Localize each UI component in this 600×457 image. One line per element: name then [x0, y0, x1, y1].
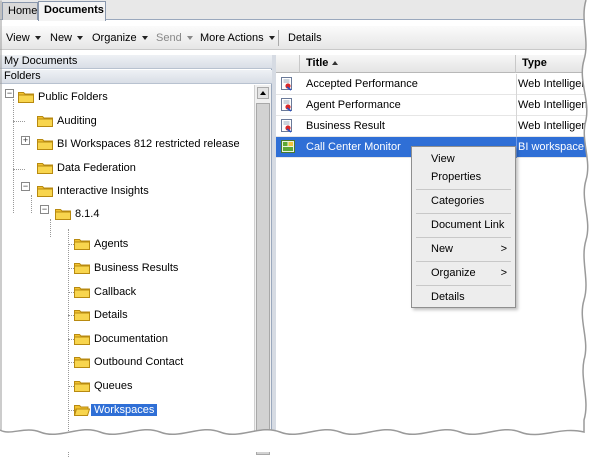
webi-report-icon — [281, 77, 294, 94]
column-header-title[interactable]: Title — [300, 55, 516, 73]
column-divider — [516, 137, 517, 158]
folder-icon — [74, 285, 90, 301]
tree-connector — [13, 121, 25, 122]
menu-separator — [416, 261, 511, 262]
folder-icon — [37, 184, 53, 200]
folder-icon — [74, 308, 90, 324]
submenu-arrow-icon: > — [500, 267, 507, 279]
menu-item-document-link[interactable]: Document Link — [412, 215, 515, 235]
menu-separator — [416, 213, 511, 214]
document-type: Web Intelligence — [518, 99, 600, 111]
new-menu-button[interactable]: New — [50, 32, 84, 44]
tree-node-label: Details — [94, 309, 128, 321]
menu-item-view[interactable]: View — [412, 149, 515, 169]
menu-item-properties[interactable]: Properties — [412, 167, 515, 187]
document-title: Agent Performance — [306, 99, 401, 111]
tree-connector — [13, 99, 14, 213]
folders-header[interactable]: Folders — [0, 70, 272, 84]
webi-report-icon — [281, 119, 294, 136]
menu-separator — [416, 285, 511, 286]
tree-connector — [13, 169, 25, 170]
document-title: Business Result — [306, 120, 385, 132]
document-type: BI workspace — [518, 141, 585, 153]
tree-node-label: Queues — [94, 380, 133, 392]
column-header-icon — [276, 55, 300, 73]
bi-workspace-icon — [281, 140, 295, 156]
chevron-down-icon — [268, 36, 275, 40]
folder-icon — [55, 207, 71, 223]
folder-icon — [74, 332, 90, 348]
chevron-down-icon — [77, 36, 84, 40]
tree-node-label: Outbound Contact — [94, 356, 184, 368]
context-menu: View Properties Categories Document Link… — [411, 146, 516, 308]
tree-connector — [50, 219, 51, 237]
toolbar-divider — [278, 30, 279, 46]
collapse-toggle[interactable]: − — [21, 182, 30, 191]
open-folder-icon — [73, 403, 91, 419]
tree-node-label: Agents — [94, 238, 129, 250]
document-title: Call Center Monitor — [306, 141, 401, 153]
tree-node-label: Business Results — [94, 262, 179, 274]
toolbar: View New Organize Send More Actions Deta… — [0, 26, 600, 50]
my-documents-header[interactable]: My Documents — [0, 55, 272, 69]
folders-pane: My Documents Folders − + − − Public Fold… — [0, 55, 272, 457]
folder-icon — [74, 261, 90, 277]
column-divider — [516, 116, 517, 137]
menu-item-organize[interactable]: Organize > — [412, 263, 515, 283]
chevron-down-icon — [186, 36, 193, 40]
document-type: Web Intelligence — [518, 78, 600, 90]
column-divider — [516, 95, 517, 116]
table-row[interactable]: Agent Performance Web Intelligence — [276, 95, 600, 116]
tab-bar: Home Documents — [0, 0, 600, 21]
folder-tree: − + − − Public Folders Auditing BI Works… — [0, 85, 254, 457]
folder-icon — [37, 114, 53, 130]
expand-toggle[interactable]: + — [21, 136, 30, 145]
more-actions-menu-button[interactable]: More Actions — [200, 32, 275, 44]
menu-separator — [416, 237, 511, 238]
folder-icon — [74, 379, 90, 395]
chevron-down-icon — [141, 36, 148, 40]
tree-node-label: BI Workspaces 812 restricted release — [57, 138, 240, 150]
scrollbar-thumb[interactable] — [256, 103, 270, 455]
folder-icon — [74, 237, 90, 253]
folder-icon — [18, 90, 34, 106]
menu-item-new[interactable]: New > — [412, 239, 515, 259]
tab-home[interactable]: Home — [2, 2, 38, 20]
tree-connector — [68, 229, 69, 457]
tree-connector — [31, 195, 32, 213]
tree-node-label: Data Federation — [57, 162, 136, 174]
tree-node-label: Documentation — [94, 333, 168, 345]
folder-icon — [37, 137, 53, 153]
chevron-down-icon — [34, 36, 41, 40]
tree-node-label: Callback — [94, 286, 137, 298]
tree-node-label: Public Folders — [38, 91, 108, 103]
webi-report-icon — [281, 98, 294, 115]
column-divider — [516, 74, 517, 95]
tree-scrollbar[interactable] — [254, 85, 271, 455]
send-menu-button[interactable]: Send — [156, 32, 193, 44]
menu-separator — [416, 189, 511, 190]
document-type: Web Intelligence — [518, 120, 600, 132]
sort-ascending-icon — [332, 61, 339, 65]
menu-item-categories[interactable]: Categories — [412, 191, 515, 211]
table-row[interactable]: Business Result Web Intelligence — [276, 116, 600, 137]
document-title: Accepted Performance — [306, 78, 418, 90]
scroll-up-arrow-icon[interactable] — [257, 87, 269, 99]
tree-node-label: Workspaces — [91, 404, 158, 416]
folder-icon — [74, 355, 90, 371]
tree-node-label: Interactive Insights — [57, 185, 149, 197]
organize-menu-button[interactable]: Organize — [92, 32, 148, 44]
submenu-arrow-icon: > — [500, 243, 507, 255]
folder-icon — [37, 161, 53, 177]
collapse-toggle[interactable]: − — [40, 205, 49, 214]
tree-node-label: 8.1.4 — [75, 208, 100, 220]
view-menu-button[interactable]: View — [6, 32, 41, 44]
menu-item-details[interactable]: Details — [412, 287, 515, 307]
details-button[interactable]: Details — [288, 32, 322, 44]
tab-documents[interactable]: Documents — [38, 1, 106, 21]
column-header-type[interactable]: Type — [516, 55, 600, 73]
tree-node-label: Auditing — [57, 115, 97, 127]
collapse-toggle[interactable]: − — [5, 89, 14, 98]
table-row[interactable]: Accepted Performance Web Intelligence — [276, 74, 600, 95]
